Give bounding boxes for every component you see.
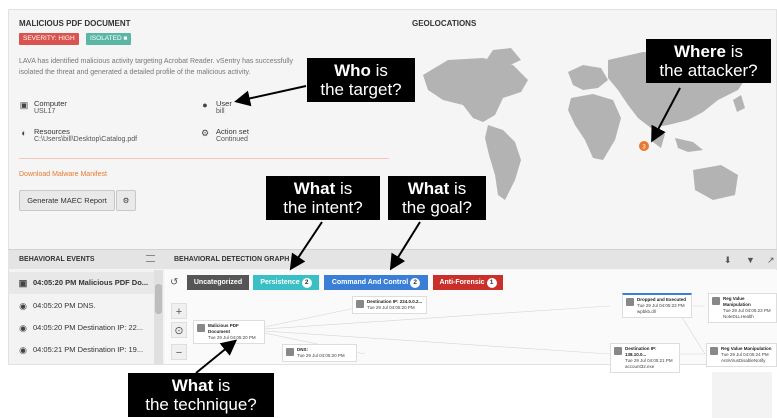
callout-goal: What is the goal? <box>388 176 486 220</box>
callout-intent: What is the intent? <box>266 176 380 220</box>
callout-who: Who is the target? <box>307 58 415 102</box>
callout-technique: What is the technique? <box>128 373 274 417</box>
callout-where: Where is the attacker? <box>646 39 771 83</box>
